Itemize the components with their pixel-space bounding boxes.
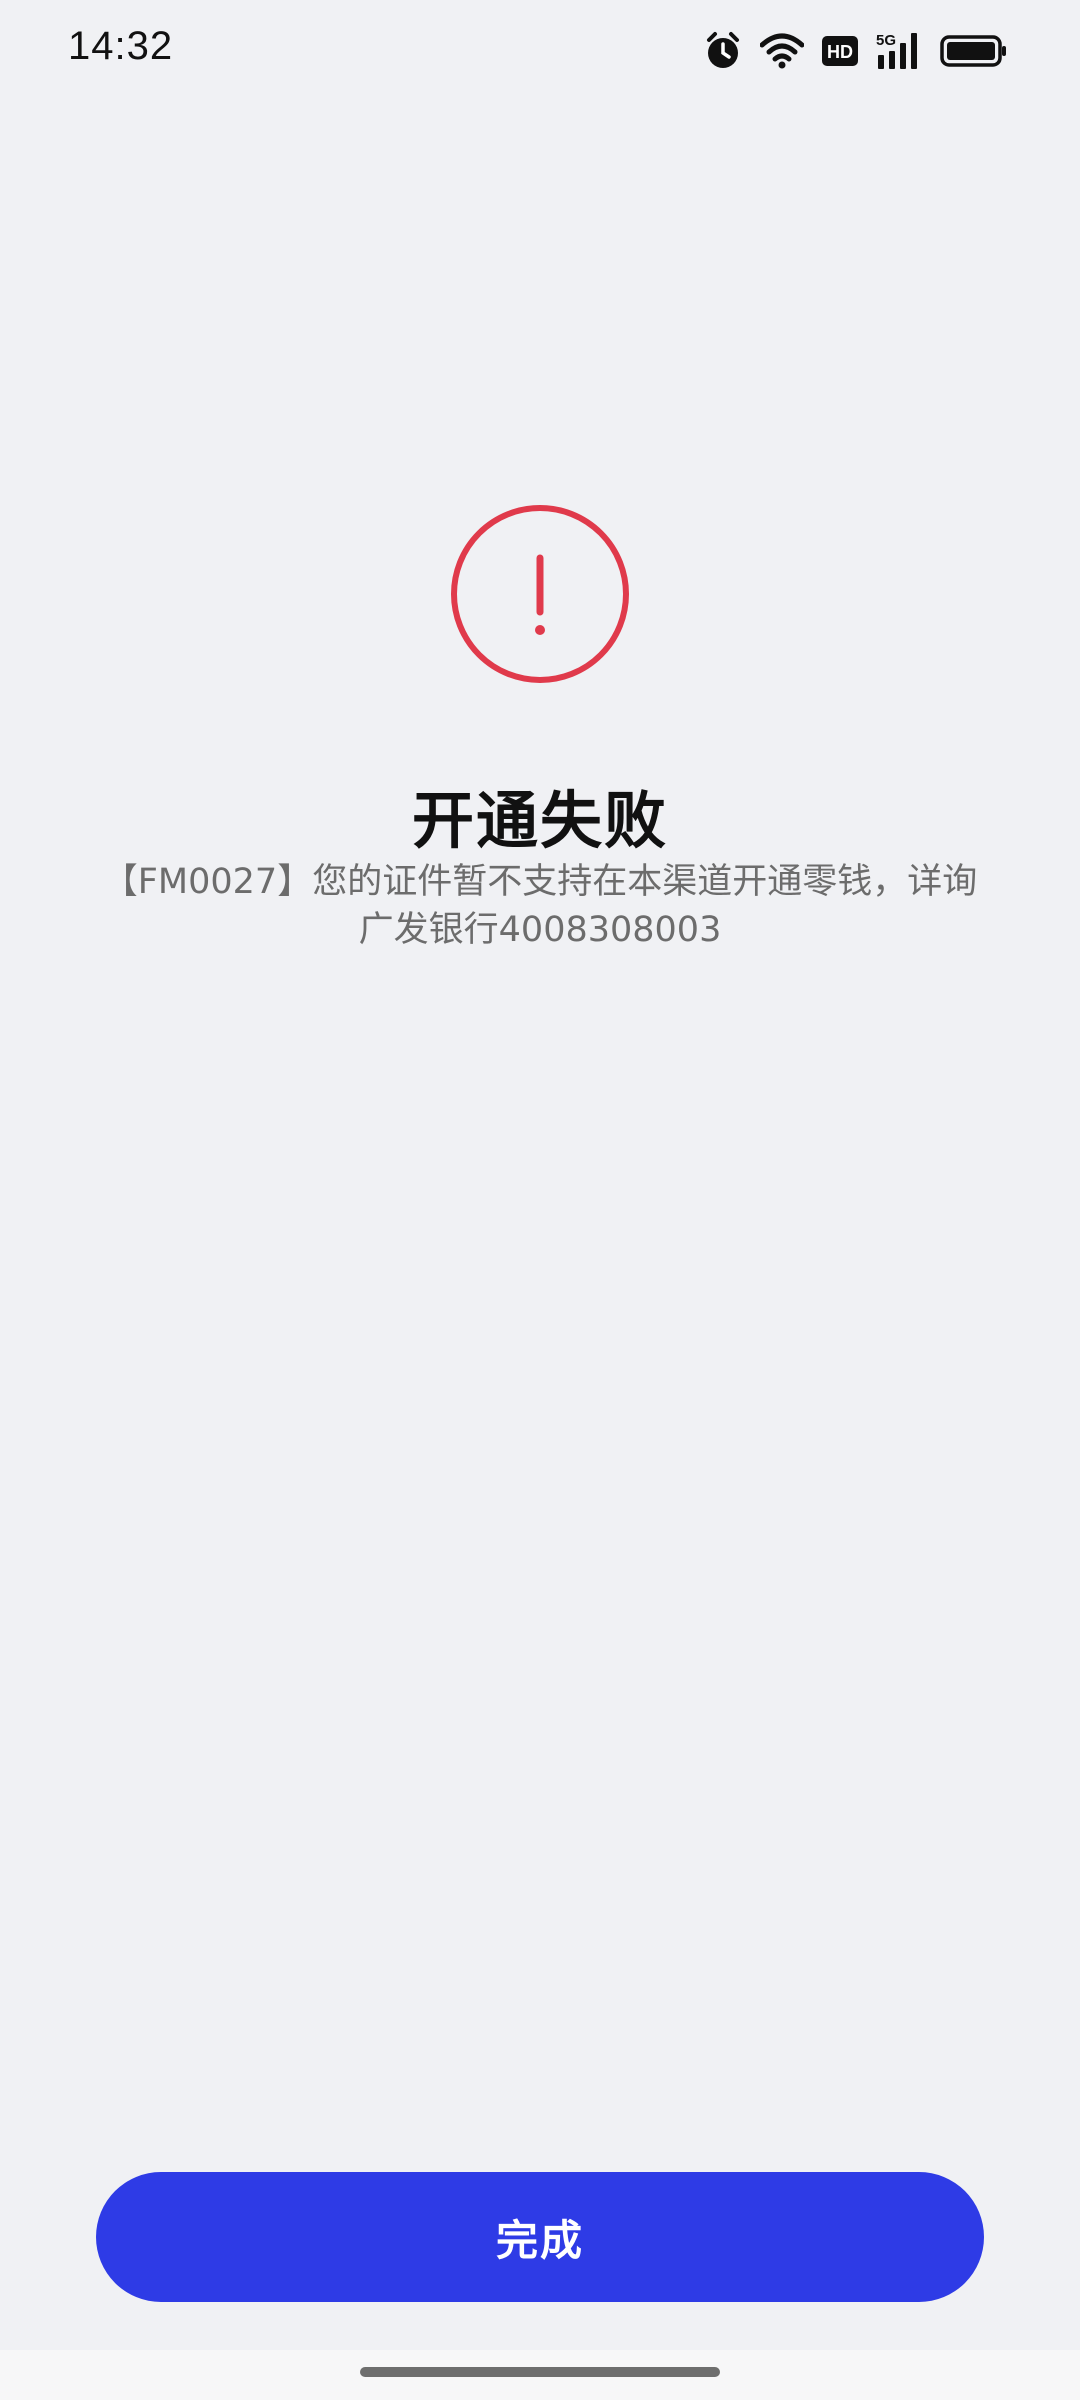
hd-icon: HD (822, 36, 858, 66)
hd-label: HD (827, 42, 853, 62)
done-button[interactable]: 完成 (96, 2172, 984, 2302)
exclamation-circle-icon (450, 504, 630, 684)
page-title: 开通失败 (411, 784, 668, 857)
error-message: 【FM0027】您的证件暂不支持在本渠道开通零钱，详询广发银行400830800… (102, 862, 978, 950)
status-bar: 14:32 HD 5G (0, 0, 1080, 100)
network-label: 5G (876, 32, 896, 49)
signal-5g-icon: 5G (876, 31, 922, 71)
alarm-icon (704, 31, 742, 71)
wifi-icon (760, 33, 804, 69)
status-icons: HD 5G (704, 28, 1008, 74)
battery-icon (940, 35, 1008, 67)
home-indicator[interactable] (360, 2367, 720, 2377)
status-time: 14:32 (68, 24, 174, 68)
